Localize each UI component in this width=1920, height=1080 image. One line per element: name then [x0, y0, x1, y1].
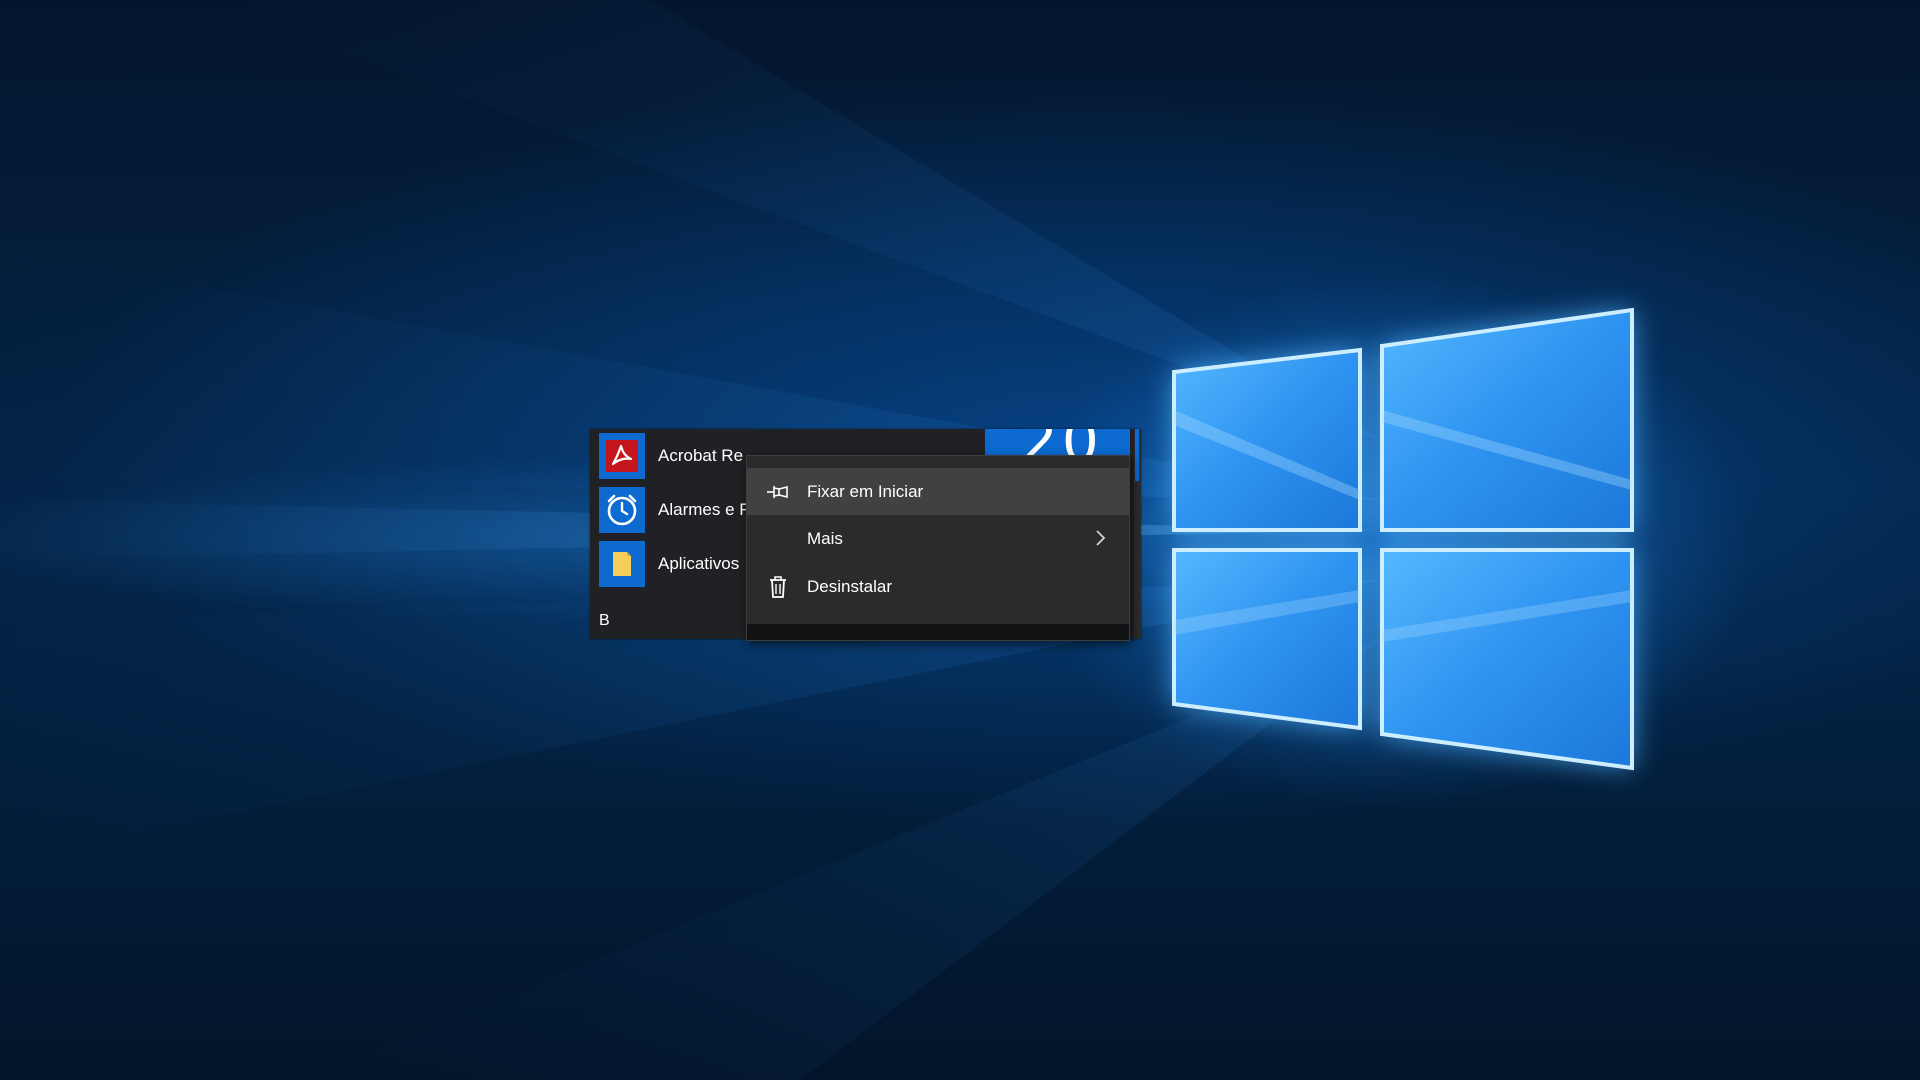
app-tile [599, 487, 645, 533]
menu-item-label: Fixar em Iniciar [807, 481, 924, 501]
menu-item-label: Desinstalar [807, 576, 893, 596]
menu-item-more[interactable]: Mais [747, 515, 1129, 562]
alarm-clock-icon [607, 494, 637, 526]
scrollbar[interactable] [1134, 429, 1141, 639]
context-menu-footer [747, 624, 1129, 640]
app-label-acrobat-reader: Acrobat Re [658, 446, 744, 465]
section-header-letter[interactable]: B [599, 612, 610, 630]
app-label-alarms: Alarmes e F [658, 500, 750, 519]
app-tile [599, 433, 645, 479]
chevron-right-icon [1096, 530, 1106, 546]
context-menu: Fixar em Iniciar Mais Desinstalar [746, 455, 1130, 641]
trash-icon [765, 574, 791, 600]
acrobat-reader-icon [606, 440, 638, 472]
menu-item-label: Mais [807, 528, 843, 548]
folder-icon [613, 552, 631, 576]
menu-item-uninstall[interactable]: Desinstalar [747, 563, 1129, 610]
menu-item-pin-to-start[interactable]: Fixar em Iniciar [747, 468, 1129, 515]
windows-logo [1150, 290, 1750, 790]
scrollbar-thumb[interactable] [1135, 429, 1139, 481]
app-tile [599, 541, 645, 587]
windows-logo-graphic [1172, 307, 1634, 771]
app-label-aplicativos: Aplicativos [658, 554, 740, 573]
desktop-background: Acrobat Re Alarmes e F Aplicativos B 20 … [0, 0, 1920, 1080]
pin-icon [765, 479, 791, 505]
